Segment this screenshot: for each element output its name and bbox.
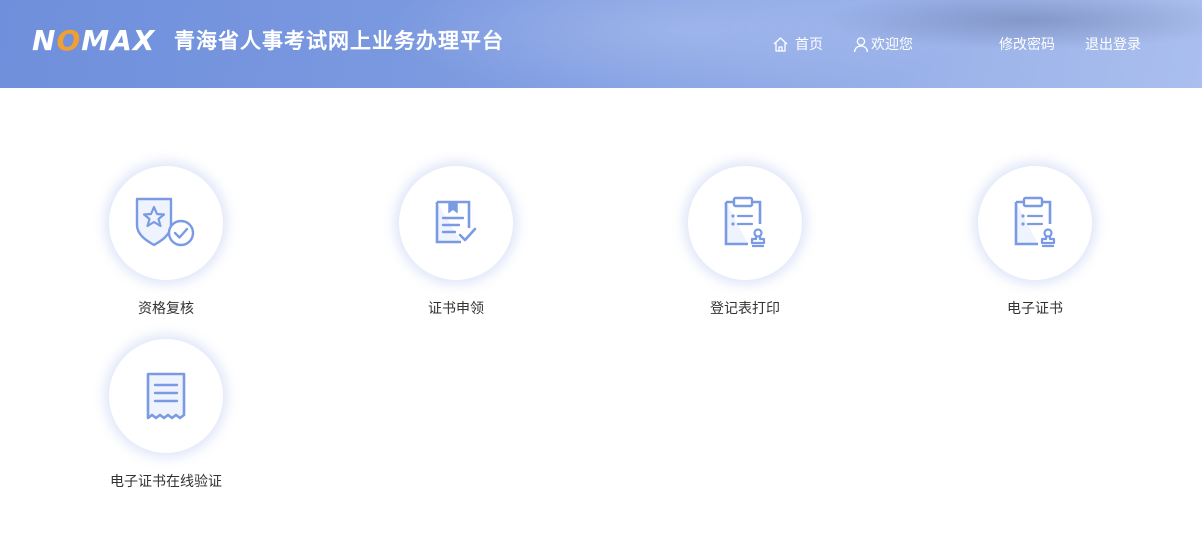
home-icon [773, 36, 788, 52]
logout-link[interactable]: 退出登录 [1085, 33, 1141, 55]
nav-welcome: 欢迎您 [853, 33, 913, 55]
tile-qualification-review-button[interactable] [109, 166, 223, 280]
nav-welcome-label: 欢迎您 [871, 37, 913, 53]
qualification-review-icon [135, 197, 195, 247]
tile-certificate-apply[interactable]: 证书申领 [366, 166, 546, 318]
tile-online-verify-button[interactable] [109, 339, 223, 453]
registration-print-icon [724, 196, 766, 248]
tile-e-certificate-button[interactable] [978, 166, 1092, 280]
tile-certificate-apply-button[interactable] [399, 166, 513, 280]
user-icon [853, 36, 869, 52]
logout-label: 退出登录 [1085, 37, 1141, 53]
tile-registration-print[interactable]: 登记表打印 [655, 166, 835, 318]
tile-registration-print-label: 登记表打印 [710, 301, 780, 317]
nomax-logo: NOMAX [32, 24, 156, 57]
certificate-apply-icon [435, 200, 477, 244]
top-header: NOMAX 青海省人事考试网上业务办理平台 首页 欢迎您 修改密码 退出登录 [0, 0, 1202, 88]
tile-e-certificate-label: 电子证书 [1007, 301, 1063, 317]
nav-home-label: 首页 [795, 37, 823, 53]
e-certificate-icon [1014, 196, 1056, 248]
tile-registration-print-button[interactable] [688, 166, 802, 280]
tile-e-certificate[interactable]: 电子证书 [945, 166, 1125, 318]
site-title: 青海省人事考试网上业务办理平台 [174, 29, 504, 53]
change-password-label: 修改密码 [999, 37, 1055, 53]
tile-online-verify[interactable]: 电子证书在线验证 [76, 339, 256, 491]
tile-qualification-review-label: 资格复核 [138, 301, 194, 317]
online-verify-icon [146, 372, 186, 420]
change-password-link[interactable]: 修改密码 [999, 33, 1055, 55]
tile-certificate-apply-label: 证书申领 [428, 301, 484, 317]
tile-online-verify-label: 电子证书在线验证 [110, 474, 222, 490]
tile-qualification-review[interactable]: 资格复核 [76, 166, 256, 318]
nav-home-link[interactable]: 首页 [772, 33, 823, 55]
